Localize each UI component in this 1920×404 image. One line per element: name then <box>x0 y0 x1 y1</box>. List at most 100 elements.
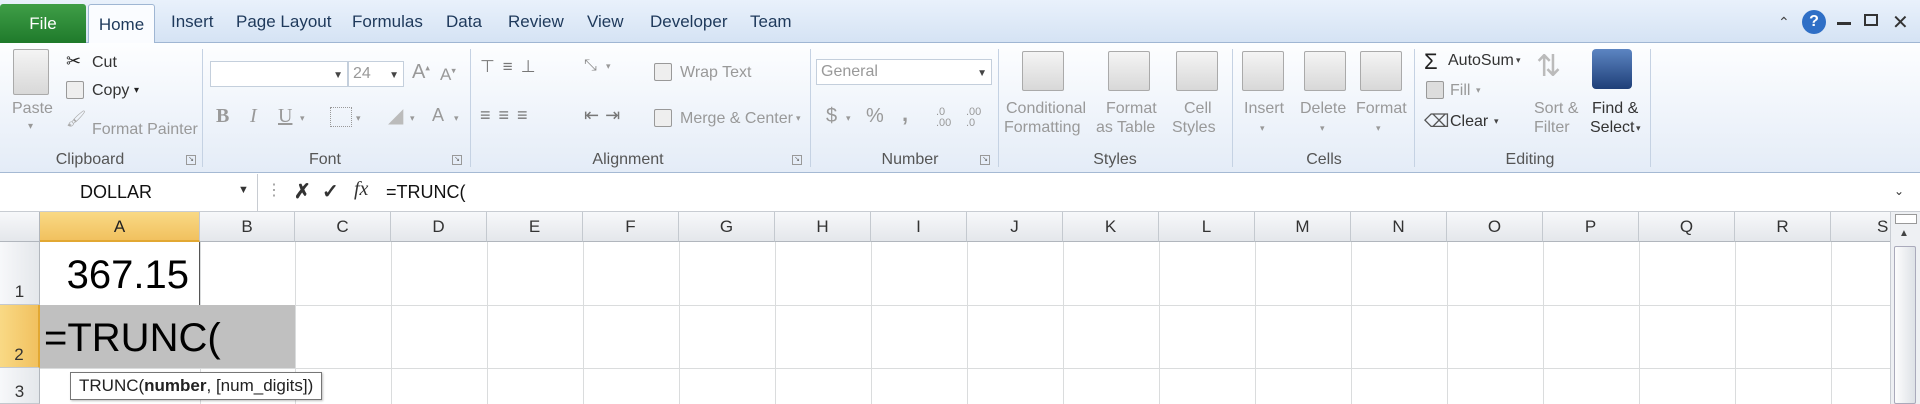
sigma-icon[interactable]: Σ <box>1424 49 1438 75</box>
minimize-icon[interactable] <box>1837 22 1851 25</box>
alignment-launcher-icon[interactable]: ↘ <box>792 155 802 165</box>
tab-home[interactable]: Home <box>88 4 155 44</box>
chevron-down-icon[interactable]: ▾ <box>1636 123 1641 134</box>
bold-button[interactable]: B <box>216 105 229 128</box>
underline-button[interactable]: U <box>278 105 292 128</box>
cancel-icon[interactable]: ✗ <box>294 179 311 204</box>
chevron-down-icon[interactable]: ▾ <box>1320 123 1325 134</box>
binoculars-icon[interactable] <box>1592 49 1632 89</box>
chevron-down-icon[interactable]: ▾ <box>300 113 305 124</box>
column-header-d[interactable]: D <box>391 212 487 242</box>
horizontal-align-icons[interactable]: ≡≡≡ <box>480 105 536 126</box>
merge-center-icon[interactable] <box>654 109 672 127</box>
format-as-table-icon[interactable] <box>1108 51 1150 91</box>
tab-review[interactable]: Review <box>508 12 564 32</box>
font-color-icon[interactable]: A <box>432 105 444 126</box>
row-header-2[interactable]: 2 <box>0 305 40 368</box>
split-box-icon[interactable] <box>1895 214 1917 224</box>
column-header-j[interactable]: J <box>967 212 1063 242</box>
copy-dropdown-icon[interactable]: ▾ <box>134 85 139 96</box>
paste-icon[interactable] <box>13 49 49 95</box>
fill-button[interactable]: Fill <box>1450 82 1470 100</box>
sort-filter-icon[interactable]: ⇅ <box>1536 49 1561 84</box>
number-launcher-icon[interactable]: ↘ <box>980 155 990 165</box>
column-header-n[interactable]: N <box>1351 212 1447 242</box>
select-all-button[interactable] <box>0 212 40 242</box>
vertical-align-icons[interactable]: ⊤≡⊥ <box>480 57 544 77</box>
tooltip-current-argument[interactable]: number <box>144 376 206 395</box>
conditional-formatting-icon[interactable] <box>1022 51 1064 91</box>
indent-icons[interactable]: ⇤⇥ <box>584 105 626 126</box>
cell-a2[interactable]: =TRUNC( <box>44 305 221 368</box>
currency-button[interactable]: $ <box>826 105 837 128</box>
copy-icon[interactable] <box>66 81 84 99</box>
sort-filter-line2[interactable]: Filter <box>1534 119 1570 137</box>
shrink-font-icon[interactable]: A▾ <box>440 65 456 85</box>
chevron-down-icon[interactable]: ▾ <box>1260 123 1265 134</box>
orientation-icon[interactable]: ⤡ <box>584 57 597 75</box>
chevron-down-icon[interactable]: ▾ <box>1476 85 1481 96</box>
expand-formula-bar-icon[interactable]: ⌄ <box>1894 184 1904 198</box>
cell-styles-line2[interactable]: Styles <box>1172 119 1216 137</box>
tab-team[interactable]: Team <box>750 12 792 32</box>
number-format-dropdown[interactable]: General ▼ <box>816 59 992 85</box>
tab-data[interactable]: Data <box>446 12 482 32</box>
fill-color-icon[interactable]: ◢ <box>388 103 403 128</box>
chevron-down-icon[interactable]: ▾ <box>1516 55 1521 66</box>
delete-cells-icon[interactable] <box>1304 51 1346 91</box>
insert-cells-icon[interactable] <box>1242 51 1284 91</box>
scissors-icon[interactable]: ✂ <box>66 51 81 72</box>
wrap-text-icon[interactable] <box>654 63 672 81</box>
sort-filter-line1[interactable]: Sort & <box>1534 100 1578 118</box>
increase-decimal-button[interactable]: .0 .00 <box>936 107 962 129</box>
tab-developer[interactable]: Developer <box>650 12 728 32</box>
tab-insert[interactable]: Insert <box>171 12 214 32</box>
vertical-scrollbar[interactable]: ▲ <box>1890 212 1920 404</box>
format-painter-icon[interactable]: 🖌 <box>66 109 86 129</box>
merge-center-button[interactable]: Merge & Center <box>680 110 793 128</box>
italic-button[interactable]: I <box>250 105 257 128</box>
drag-handle-icon[interactable]: ⋮ <box>266 180 282 200</box>
column-header-f[interactable]: F <box>583 212 679 242</box>
chevron-down-icon[interactable]: ▾ <box>606 61 611 72</box>
format-as-table-line1[interactable]: Format <box>1106 100 1157 118</box>
restore-icon[interactable] <box>1864 14 1878 26</box>
clear-button[interactable]: Clear <box>1450 113 1488 131</box>
chevron-down-icon[interactable]: ▼ <box>238 184 249 196</box>
format-cells-button[interactable]: Format <box>1356 100 1407 118</box>
cut-button[interactable]: Cut <box>92 54 117 72</box>
clipboard-launcher-icon[interactable]: ↘ <box>186 155 196 165</box>
column-header-a[interactable]: A <box>40 212 200 242</box>
tab-formulas[interactable]: Formulas <box>352 12 423 32</box>
font-launcher-icon[interactable]: ↘ <box>452 155 462 165</box>
insert-cells-button[interactable]: Insert <box>1244 100 1284 118</box>
column-header-b[interactable]: B <box>200 212 295 242</box>
chevron-down-icon[interactable]: ▾ <box>846 113 851 124</box>
borders-icon[interactable] <box>330 107 352 127</box>
column-header-i[interactable]: I <box>871 212 967 242</box>
scroll-up-arrow-icon[interactable]: ▲ <box>1899 228 1909 239</box>
chevron-down-icon[interactable]: ▾ <box>1494 116 1499 127</box>
column-header-c[interactable]: C <box>295 212 391 242</box>
cell-a1[interactable]: 367.15 <box>40 242 200 305</box>
help-icon[interactable]: ? <box>1802 10 1826 34</box>
tab-page-layout[interactable]: Page Layout <box>236 12 331 32</box>
insert-function-icon[interactable]: fx <box>354 178 368 201</box>
conditional-formatting-line1[interactable]: Conditional <box>1006 100 1086 118</box>
column-header-e[interactable]: E <box>487 212 583 242</box>
conditional-formatting-line2[interactable]: Formatting <box>1004 119 1080 137</box>
column-header-p[interactable]: P <box>1543 212 1639 242</box>
close-icon[interactable]: ✕ <box>1892 10 1909 35</box>
percent-button[interactable]: % <box>866 105 884 128</box>
copy-button[interactable]: Copy <box>92 82 129 100</box>
row-header-3[interactable]: 3 <box>0 368 40 404</box>
cell-styles-icon[interactable] <box>1176 51 1218 91</box>
chevron-down-icon[interactable]: ▾ <box>410 113 415 124</box>
decrease-decimal-button[interactable]: .00 .0 <box>966 107 992 129</box>
column-header-m[interactable]: M <box>1255 212 1351 242</box>
eraser-icon[interactable]: ⌫ <box>1424 111 1449 132</box>
wrap-text-button[interactable]: Wrap Text <box>680 64 751 82</box>
column-header-h[interactable]: H <box>775 212 871 242</box>
column-header-l[interactable]: L <box>1159 212 1255 242</box>
enter-icon[interactable]: ✓ <box>322 179 339 204</box>
